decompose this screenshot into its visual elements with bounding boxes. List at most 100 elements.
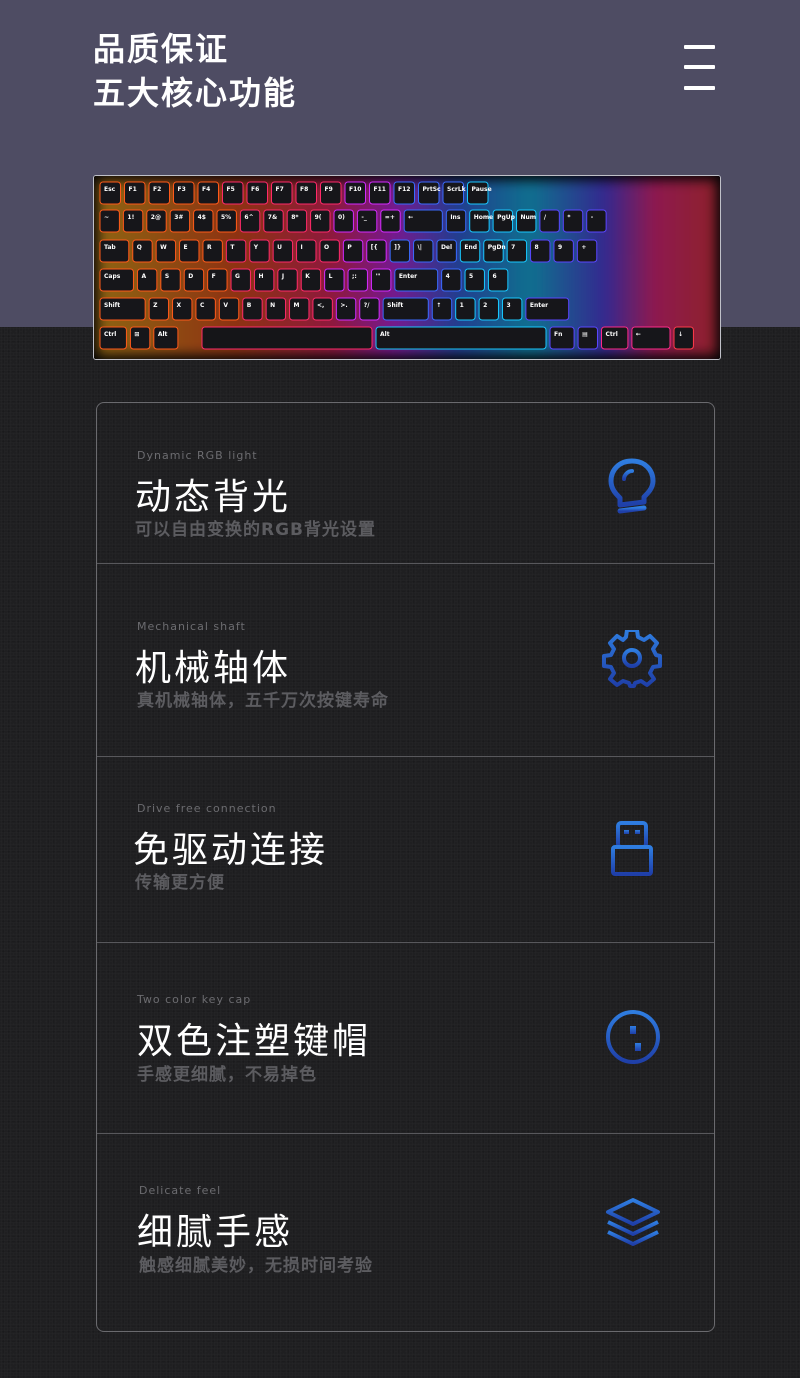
feature-card-mechanical: Mechanical shaft 机械轴体 真机械轴体，五千万次按键寿命 bbox=[97, 563, 714, 757]
keyboard-key bbox=[577, 326, 598, 350]
keyboard-key-label: 7 bbox=[511, 244, 515, 251]
feature-description: 触感细腻美妙，无损时间考验 bbox=[139, 1256, 373, 1276]
menu-icon-bar bbox=[684, 45, 715, 49]
keyboard-key-label: 1 bbox=[460, 302, 464, 309]
keyboard-key-label: ?/ bbox=[364, 302, 370, 309]
keyboard-key-label: F9 bbox=[325, 186, 333, 193]
keyboard-key-label: [{ bbox=[371, 244, 378, 251]
keyboard-key-label: F5 bbox=[227, 186, 235, 193]
keyboard-key-label: Shift bbox=[104, 302, 120, 309]
keyboard-key bbox=[249, 239, 270, 263]
keyboard-key bbox=[218, 297, 240, 321]
keyboard-key bbox=[183, 268, 205, 292]
feature-english-label: Mechanical shaft bbox=[137, 620, 246, 633]
feature-title: 双色注塑键帽 bbox=[137, 1021, 372, 1062]
keyboard-key bbox=[324, 268, 345, 292]
feature-title: 细腻手感 bbox=[137, 1212, 294, 1253]
keyboard-key bbox=[478, 297, 499, 321]
keyboard-key-label: Y bbox=[253, 244, 259, 251]
keyboard-key-label: Shift bbox=[387, 302, 403, 309]
keyboard-key-label: -_ bbox=[361, 214, 367, 221]
keyboard-key bbox=[172, 297, 193, 321]
keyboard-key-label: PgUp bbox=[497, 214, 516, 221]
keyboard-key-label: F1 bbox=[129, 186, 137, 193]
feature-title: 免驱动连接 bbox=[133, 830, 329, 871]
keyboard-key-label: 5% bbox=[221, 214, 231, 221]
keyboard-key-label: Ins bbox=[450, 214, 461, 221]
feature-card-driver-free: Drive free connection 免驱动连接 传输更方便 bbox=[97, 756, 714, 943]
keyboard-key-label: ← bbox=[408, 214, 413, 221]
keyboard-key-label: R bbox=[207, 244, 212, 251]
menu-icon-bar bbox=[684, 86, 715, 90]
rgb-keyboard-image: Esc F1 F2 F3 F4 F5 F6 F7 F8 F9 F10 F11 F12 PrtSc ScrLk… bbox=[93, 175, 721, 360]
keyboard-key-label: V bbox=[223, 302, 228, 309]
keyboard-illustration: Esc F1 F2 F3 F4 F5 F6 F7 F8 F9 F10 F11 F12 PrtSc ScrLk… bbox=[94, 176, 720, 359]
keyboard-key bbox=[253, 268, 275, 292]
keyboard-key-label: L bbox=[329, 273, 333, 280]
keyboard-key-label: Home bbox=[474, 214, 493, 221]
keyboard-key-label: A bbox=[141, 273, 146, 280]
keyboard-key-label: PgDn bbox=[488, 244, 506, 251]
keyboard-key-label: 0) bbox=[338, 214, 345, 221]
keyboard-key-label: ]} bbox=[394, 244, 401, 251]
keyboard-key bbox=[487, 268, 509, 292]
keyboard-key bbox=[129, 326, 151, 350]
feature-description: 手感更细腻，不易掉色 bbox=[137, 1065, 317, 1085]
keyboard-key-label: <, bbox=[317, 302, 324, 309]
keyboard-key bbox=[160, 268, 181, 292]
keyboard-key-label: Alt bbox=[380, 331, 390, 338]
keyboard-key-label: >. bbox=[340, 302, 347, 309]
keyboard-key-label: 9 bbox=[558, 244, 562, 251]
keyboard-key bbox=[562, 209, 584, 233]
keyboard-key-label: U bbox=[277, 244, 282, 251]
keyboard-key-label: J bbox=[281, 273, 284, 280]
keyboard-key-label: B bbox=[247, 302, 252, 309]
feature-english-label: Two color key cap bbox=[137, 993, 252, 1006]
feature-card-keycap: Two color key cap 双色注塑键帽 手感更细腻，不易掉色 bbox=[97, 942, 714, 1134]
keyboard-key-label: \| bbox=[418, 244, 422, 251]
keyboard-key bbox=[207, 268, 228, 292]
keyboard-key bbox=[356, 209, 378, 233]
keyboard-key-label: O bbox=[324, 244, 329, 251]
keyboard-key bbox=[370, 268, 392, 292]
keyboard-key-label: 4$ bbox=[198, 214, 206, 221]
menu-icon-bar bbox=[684, 65, 715, 69]
keyboard-key-label: ▤ bbox=[582, 331, 588, 338]
keyboard-key-label: 4 bbox=[446, 273, 450, 280]
keyboard-key-label: M bbox=[294, 302, 300, 309]
keyboard-key-label: Z bbox=[153, 302, 158, 309]
keyboard-key bbox=[375, 326, 547, 350]
keyboard-key-label: S bbox=[165, 273, 169, 280]
keyboard-key-label: + bbox=[581, 244, 586, 251]
keyboard-key bbox=[230, 268, 251, 292]
keyboard-key-label: Pause bbox=[472, 186, 492, 193]
keyboard-key-label: ScrLk bbox=[447, 186, 467, 193]
keyboard-key-label: 3 bbox=[506, 302, 510, 309]
layers-icon bbox=[606, 1198, 660, 1246]
keyboard-key-label: F3 bbox=[178, 186, 186, 193]
feature-card-feel: Delicate feel 细腻手感 触感细腻美妙，无损时间考验 bbox=[97, 1133, 714, 1331]
keyboard-key-label: F8 bbox=[300, 186, 308, 193]
feature-description: 真机械轴体，五千万次按键寿命 bbox=[137, 691, 389, 711]
keyboard-key bbox=[148, 297, 170, 321]
keyboard-key-label: 9( bbox=[315, 214, 322, 221]
keyboard-key-label: Q bbox=[137, 244, 142, 251]
gear-icon bbox=[602, 630, 662, 688]
keyboard-key-label: ↑ bbox=[436, 302, 441, 309]
feature-list: Dynamic RGB light 动态背光 可以自由变换的RGB背光设置 Me… bbox=[96, 402, 715, 1332]
keyboard-key-label: N bbox=[270, 302, 275, 309]
keyboard-key-label: F2 bbox=[153, 186, 161, 193]
keyboard-key-label: Esc bbox=[104, 186, 116, 193]
keyboard-key-label: D bbox=[188, 273, 193, 280]
keyboard-key bbox=[506, 239, 528, 263]
keyboard-key bbox=[195, 297, 216, 321]
page-heading: 品质保证 五大核心功能 bbox=[93, 27, 297, 115]
feature-title: 机械轴体 bbox=[135, 648, 292, 689]
menu-button[interactable] bbox=[684, 45, 715, 93]
keyboard-key-label: F11 bbox=[374, 186, 386, 193]
keyboard-key bbox=[530, 239, 551, 263]
keyboard-key-label: Del bbox=[441, 244, 452, 251]
keyboard-key-label: 6 bbox=[492, 273, 496, 280]
keyboard-key bbox=[673, 326, 694, 350]
keyboard-key bbox=[455, 297, 476, 321]
